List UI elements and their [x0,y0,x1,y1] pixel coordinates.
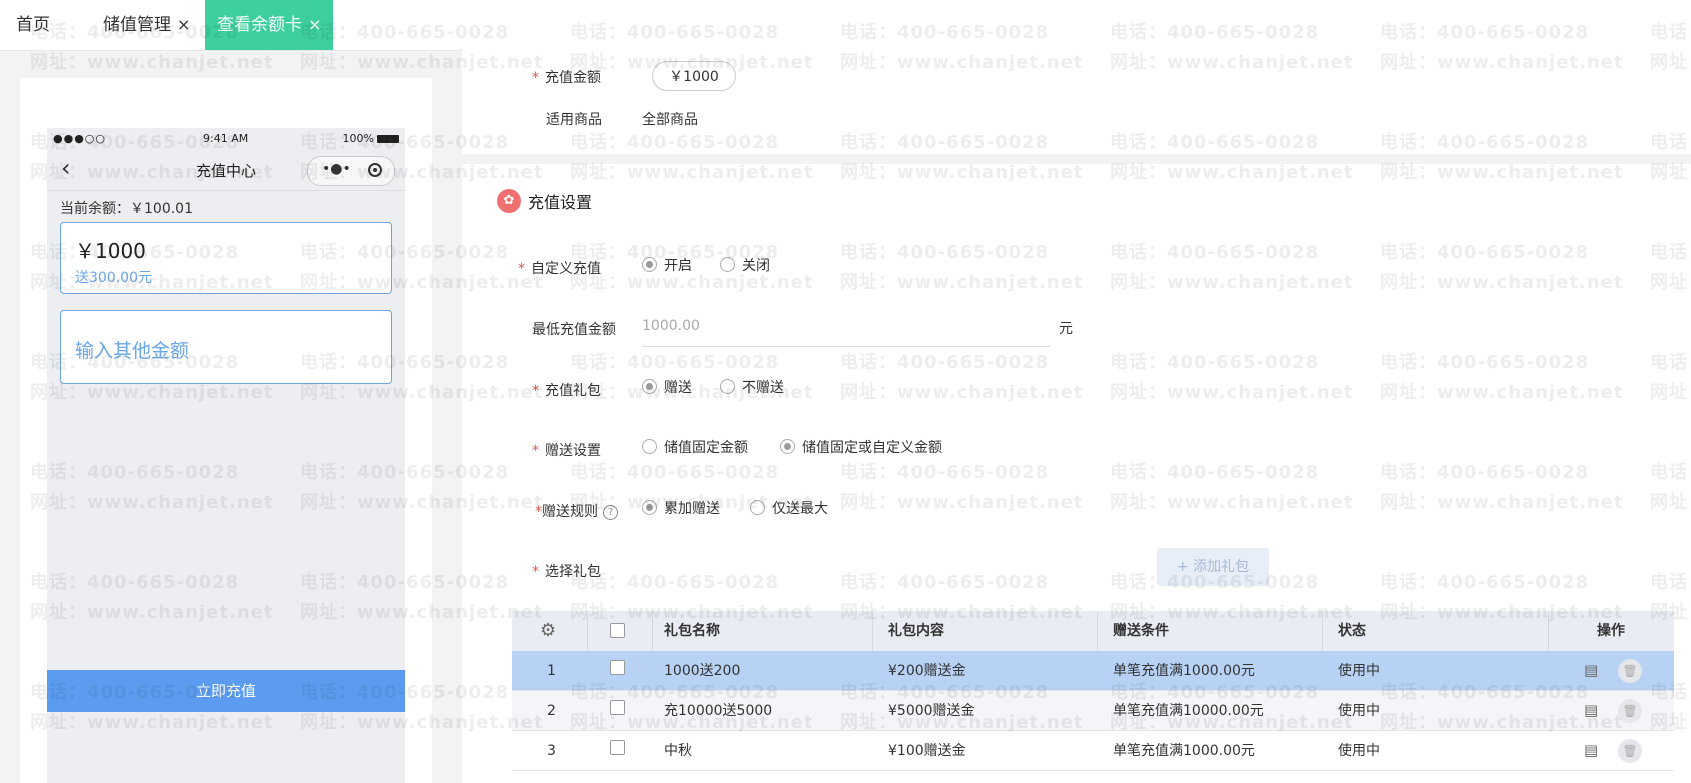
row-status: 使用中 [1338,663,1380,679]
more-icon[interactable]: •●• [322,161,351,177]
signal-icon: ●●●○○ [53,132,106,145]
header-status: 状态 [1338,623,1366,639]
row-condition: 单笔充值满1000.00元 [1113,743,1255,759]
row-content: ¥5000赠送金 [888,703,975,719]
give-fixed-radio[interactable]: 储值固定金额 [642,437,748,457]
radio-icon [720,379,735,394]
give-rule-label: *赠送规则? [535,501,618,521]
add-package-button[interactable]: + 添加礼包 [1157,548,1269,586]
close-icon[interactable]: × [308,15,321,34]
goods-value: 全部商品 [642,112,698,128]
view-icon[interactable]: ▤ [1584,701,1598,719]
select-all-checkbox[interactable] [610,623,625,638]
gift-icon: ✿ [497,189,521,213]
header-content: 礼包内容 [888,623,944,639]
rule-sum-radio[interactable]: 累加赠送 [642,498,720,518]
radio-icon [780,439,795,454]
header-actions: 操作 [1597,623,1625,639]
radio-icon [642,379,657,394]
recharge-now-button[interactable]: 立即充值 [47,670,405,712]
row-condition: 单笔充值满10000.00元 [1113,703,1264,719]
phone-preview: ●●●○○ 9:41 AM 100% ‹ 充值中心 •●• 当前余额：￥100.… [47,128,405,783]
battery-icon: 100% [343,132,399,145]
tab-stored-value[interactable]: 储值管理 × [103,0,190,50]
row-name: 充10000送5000 [664,703,773,719]
table-header: ⚙ 礼包名称 礼包内容 赠送条件 状态 操作 [512,611,1674,651]
table-row[interactable]: 1 1000送200 ¥200赠送金 单笔充值满1000.00元 使用中 ▤ 🗑 [512,651,1674,691]
section-title: 充值设置 [528,193,593,212]
trash-icon[interactable]: 🗑 [1618,699,1642,723]
row-index: 2 [547,703,556,719]
radio-icon [720,257,735,272]
row-name: 中秋 [664,743,692,759]
radio-icon [750,500,765,515]
tab-bar: 首页 储值管理 × 查看余额卡 × [0,0,1691,51]
recharge-option-gift: 送300.00元 [75,270,152,286]
recharge-amount-pill: ￥1000 [652,61,736,91]
radio-icon [642,439,657,454]
view-icon[interactable]: ▤ [1584,741,1598,759]
tab-balance-card[interactable]: 查看余额卡 × [205,0,334,50]
table-row[interactable]: 2 充10000送5000 ¥5000赠送金 单笔充值满10000.00元 使用… [512,691,1674,731]
give-fixed-custom-radio[interactable]: 储值固定或自定义金额 [780,437,942,457]
phone-status-bar: ●●●○○ 9:41 AM 100% [47,128,405,150]
row-condition: 单笔充值满1000.00元 [1113,663,1255,679]
help-icon[interactable]: ? [603,505,618,520]
view-icon[interactable]: ▤ [1584,661,1598,679]
gear-icon[interactable]: ⚙ [540,620,556,641]
custom-off-radio[interactable]: 关闭 [720,255,770,275]
trash-icon[interactable]: 🗑 [1618,739,1642,763]
close-icon[interactable]: × [177,15,190,34]
gift-nogive-radio[interactable]: 不赠送 [720,377,784,397]
tab-home[interactable]: 首页 [16,0,50,50]
gift-give-radio[interactable]: 赠送 [642,377,692,397]
recharge-amount-label: * 充值金额 [532,70,601,86]
select-package-label: * 选择礼包 [532,564,601,580]
row-content: ¥100赠送金 [888,743,966,759]
give-setting-label: * 赠送设置 [532,443,601,459]
mini-program-capsule[interactable]: •●• [307,156,395,186]
row-name: 1000送200 [664,663,741,679]
row-checkbox[interactable] [610,700,625,715]
table-row[interactable]: 3 中秋 ¥100赠送金 单笔充值满1000.00元 使用中 ▤ 🗑 [512,731,1674,771]
row-checkbox[interactable] [610,660,625,675]
watermark-site: 网址：www.chanjet.net [30,52,274,73]
radio-icon [642,500,657,515]
min-amount-unit: 元 [1059,321,1073,337]
goods-label: 适用商品 [546,112,602,128]
tab-balance-card-label: 查看余额卡 [217,15,302,35]
row-checkbox[interactable] [610,740,625,755]
row-content: ¥200赠送金 [888,663,966,679]
rule-max-radio[interactable]: 仅送最大 [750,498,828,518]
phone-nav-bar: ‹ 充值中心 •●• [47,150,405,191]
battery-level: 100% [342,132,374,145]
min-amount-label: 最低充值金额 [532,322,616,338]
min-amount-input[interactable]: 1000.00 [642,312,1050,347]
row-status: 使用中 [1338,743,1380,759]
target-icon[interactable] [368,163,382,177]
recharge-option-amount: ￥1000 [75,239,146,263]
header-name: 礼包名称 [664,623,720,639]
gift-package-label: * 充值礼包 [532,383,601,399]
row-index: 1 [547,663,556,679]
recharge-option-card[interactable]: ￥1000 送300.00元 [60,222,392,294]
header-condition: 赠送条件 [1113,623,1169,639]
radio-icon [642,257,657,272]
current-balance: 当前余额：￥100.01 [60,201,193,217]
row-index: 3 [547,743,556,759]
custom-amount-input[interactable]: 输入其他金额 [60,310,392,384]
tab-home-label: 首页 [16,15,50,35]
package-table: ⚙ 礼包名称 礼包内容 赠送条件 状态 操作 1 1000送200 ¥200赠送… [512,611,1674,771]
row-status: 使用中 [1338,703,1380,719]
custom-recharge-label: * 自定义充值 [518,261,601,277]
trash-icon[interactable]: 🗑 [1618,659,1642,683]
custom-amount-placeholder: 输入其他金额 [75,340,190,362]
section-divider [462,154,1691,164]
custom-on-radio[interactable]: 开启 [642,255,692,275]
status-time: 9:41 AM [203,132,249,145]
tab-stored-value-label: 储值管理 [103,15,171,35]
